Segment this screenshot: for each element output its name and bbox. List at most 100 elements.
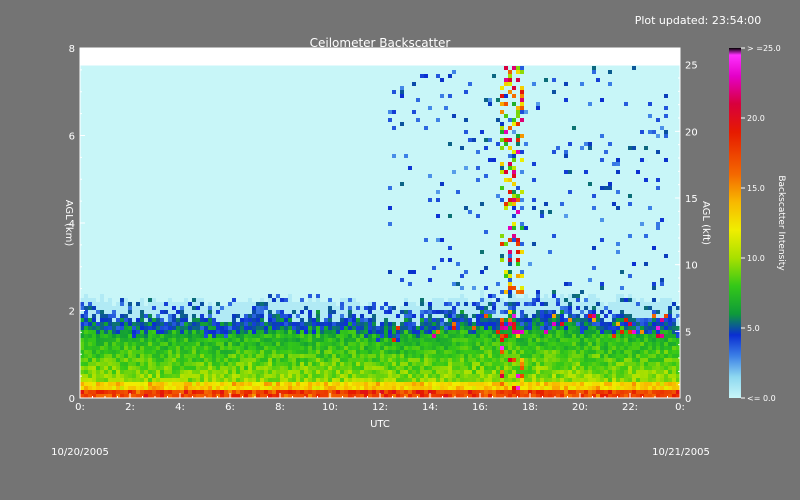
heatmap-cell [280, 358, 284, 362]
heatmap-cell [136, 306, 140, 310]
heatmap-cell [524, 338, 528, 342]
heatmap-cell [560, 362, 564, 366]
heatmap-cell [296, 350, 300, 354]
heatmap-cell [628, 354, 632, 358]
heatmap-cell [568, 318, 572, 322]
heatmap-cell [120, 326, 124, 330]
heatmap-cell [384, 322, 388, 326]
heatmap-cell [328, 354, 332, 358]
heatmap-cell [620, 346, 624, 350]
heatmap-cell [604, 342, 608, 346]
heatmap-cell [172, 390, 176, 394]
heatmap-cell [512, 302, 516, 306]
heatmap-cell [580, 394, 584, 398]
heatmap-cell [328, 374, 332, 378]
heatmap-cell [312, 302, 316, 306]
heatmap-cell [588, 330, 592, 334]
heatmap-cell [620, 322, 624, 326]
heatmap-cell [168, 354, 172, 358]
heatmap-cell [488, 294, 492, 298]
heatmap-cell [496, 394, 500, 398]
heatmap-cell [508, 118, 512, 122]
heatmap-cell [524, 382, 528, 386]
heatmap-cell [452, 390, 456, 394]
heatmap-cell [504, 378, 508, 382]
heatmap-cell [508, 238, 512, 242]
heatmap-cell [244, 354, 248, 358]
heatmap-cell [144, 382, 148, 386]
heatmap-cell [116, 318, 120, 322]
heatmap-cell [392, 366, 396, 370]
heatmap-cell [616, 346, 620, 350]
heatmap-cell [592, 246, 596, 250]
heatmap-cell [512, 238, 516, 242]
heatmap-cell [164, 354, 168, 358]
heatmap-cell [236, 326, 240, 330]
heatmap-cell [208, 390, 212, 394]
heatmap-cell [88, 374, 92, 378]
heatmap-cell [276, 342, 280, 346]
heatmap-cell [312, 374, 316, 378]
heatmap-cell [408, 346, 412, 350]
heatmap-cell [84, 378, 88, 382]
heatmap-cell [352, 298, 356, 302]
heatmap-cell [576, 346, 580, 350]
heatmap-cell [648, 378, 652, 382]
heatmap-cell [400, 382, 404, 386]
heatmap-cell [200, 390, 204, 394]
heatmap-cell [244, 350, 248, 354]
heatmap-cell [84, 326, 88, 330]
heatmap-cell [600, 378, 604, 382]
heatmap-cell [448, 142, 452, 146]
heatmap-cell [268, 370, 272, 374]
heatmap-cell [468, 310, 472, 314]
heatmap-cell [516, 362, 520, 366]
heatmap-cell [616, 342, 620, 346]
heatmap-cell [360, 306, 364, 310]
heatmap-cell [192, 302, 196, 306]
heatmap-cell [464, 90, 468, 94]
heatmap-cell [560, 322, 564, 326]
heatmap-cell [96, 302, 100, 306]
heatmap-cell [416, 346, 420, 350]
heatmap-cell [612, 362, 616, 366]
heatmap-cell [116, 314, 120, 318]
heatmap-cell [204, 306, 208, 310]
heatmap-cell [600, 158, 604, 162]
heatmap-cell [676, 326, 680, 330]
heatmap-cell [544, 390, 548, 394]
heatmap-cell [560, 334, 564, 338]
heatmap-cell [476, 318, 480, 322]
heatmap-cell [124, 390, 128, 394]
heatmap-cell [592, 294, 596, 298]
heatmap-cell [464, 374, 468, 378]
heatmap-cell [584, 362, 588, 366]
heatmap-cell [592, 390, 596, 394]
heatmap-cell [408, 318, 412, 322]
heatmap-cell [652, 334, 656, 338]
heatmap-cell [556, 146, 560, 150]
heatmap-cell [240, 370, 244, 374]
heatmap-cell [460, 394, 464, 398]
heatmap-cell [192, 362, 196, 366]
heatmap-cell [496, 194, 500, 198]
heatmap-cell [632, 322, 636, 326]
heatmap-cell [648, 342, 652, 346]
heatmap-cell [460, 354, 464, 358]
heatmap-cell [412, 378, 416, 382]
heatmap-cell [276, 390, 280, 394]
heatmap-cell [372, 310, 376, 314]
heatmap-cell [616, 206, 620, 210]
heatmap-cell [116, 374, 120, 378]
heatmap-cell [620, 314, 624, 318]
heatmap-cell [664, 338, 668, 342]
heatmap-cell [88, 318, 92, 322]
heatmap-cell [620, 298, 624, 302]
heatmap-cell [196, 386, 200, 390]
heatmap-cell [80, 370, 84, 374]
heatmap-cell [512, 102, 516, 106]
heatmap-cell [512, 358, 516, 362]
heatmap-cell [420, 306, 424, 310]
heatmap-cell [620, 318, 624, 322]
heatmap-cell [324, 302, 328, 306]
